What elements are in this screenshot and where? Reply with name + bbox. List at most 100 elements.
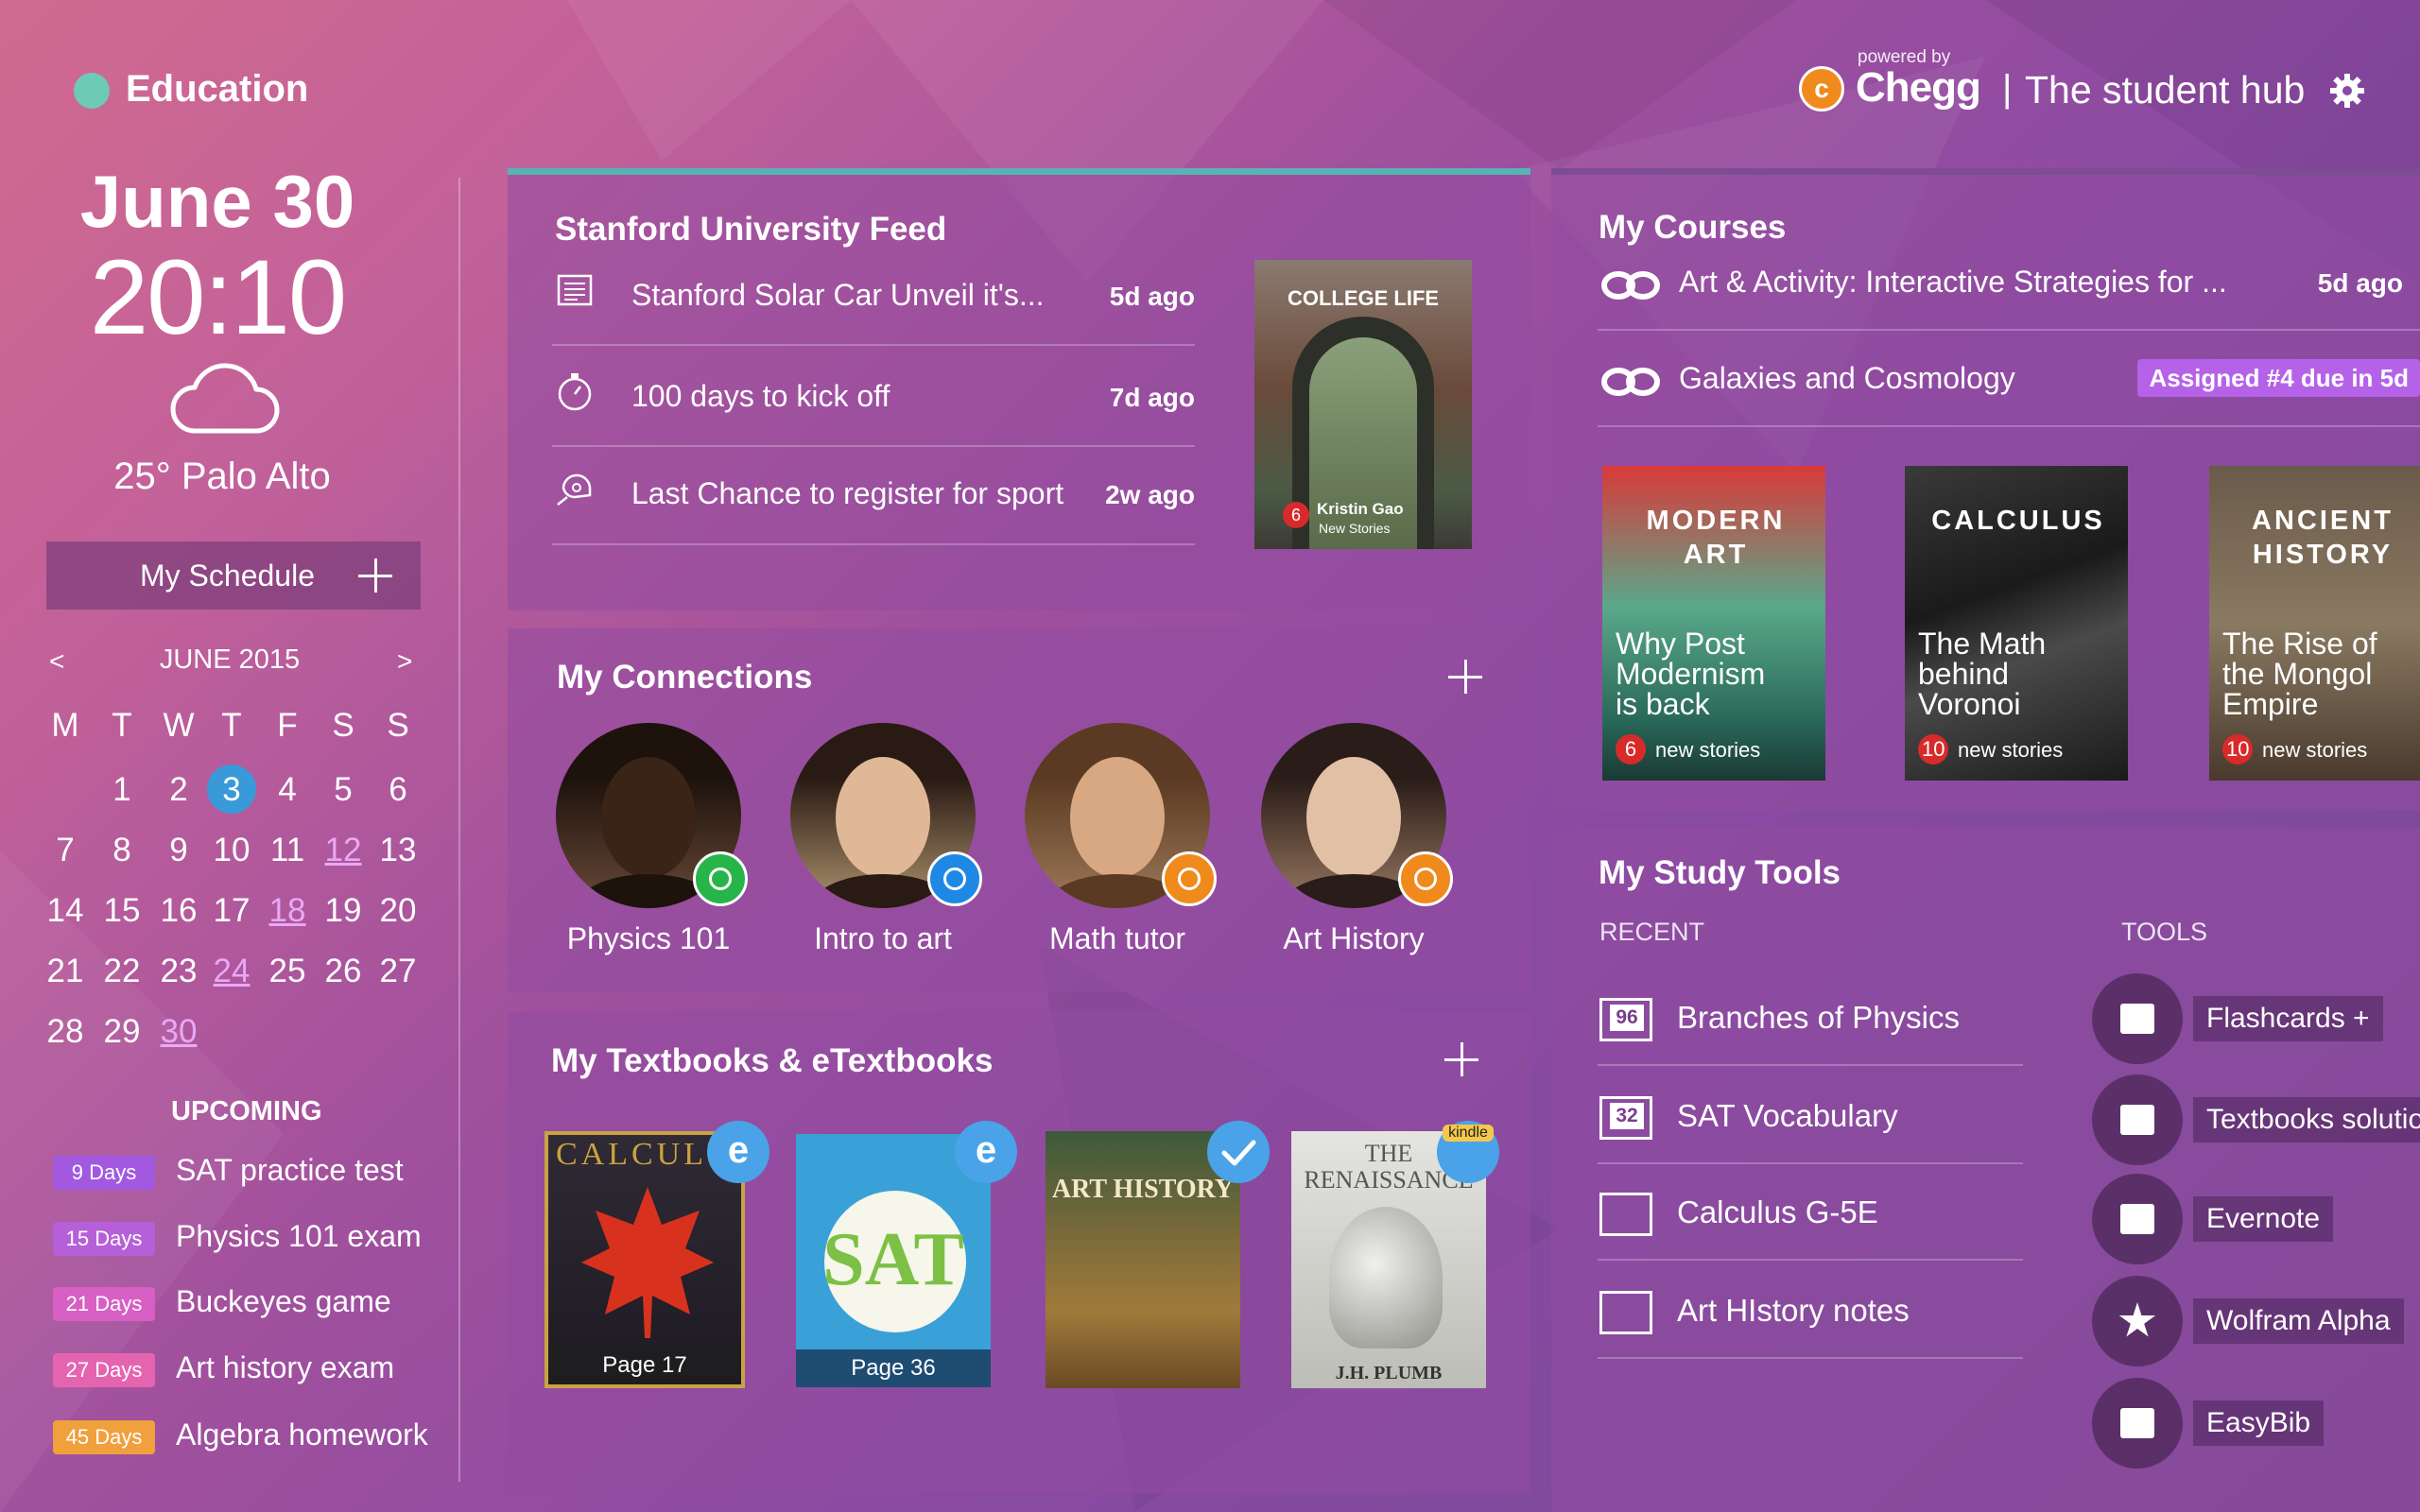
study-tool-label[interactable]: Evernote (2193, 1196, 2334, 1242)
feed-item-label: Stanford Solar Car Unveil it's... (631, 278, 1045, 312)
calendar-day[interactable]: 6 (374, 771, 422, 809)
study-recent-label: Branches of Physics (1677, 1000, 1960, 1035)
course-card-count: 10 (2222, 734, 2254, 765)
calendar-day[interactable]: 27 (374, 953, 422, 990)
calendar-month: JUNE 2015 (159, 644, 301, 675)
connection-label[interactable]: Intro to art (752, 921, 1013, 956)
study-recent-label: SAT Vocabulary (1677, 1098, 1898, 1133)
calendar-day[interactable]: 20 (374, 892, 422, 930)
upcoming-item[interactable]: Art history exam (176, 1350, 394, 1385)
connection-face (1070, 757, 1165, 878)
evernote-icon (1599, 1291, 1652, 1334)
course-card[interactable]: MODERN ART Why Post Modernism is back 6 new… (1602, 466, 1825, 781)
my-schedule-button[interactable]: My Schedule (46, 541, 421, 610)
calendar-day[interactable]: 18 (264, 892, 311, 930)
calendar-day[interactable]: 19 (320, 892, 367, 930)
study-tool-label[interactable]: Textbooks solutions (2193, 1097, 2420, 1143)
feed-item[interactable]: Last Chance to register for sport 2w ago (552, 459, 1195, 544)
calendar-day[interactable]: 5 (320, 771, 367, 809)
course-label: Art & Activity: Interactive Strategies f… (1679, 265, 2227, 299)
calendar-day[interactable]: 1 (98, 771, 146, 809)
study-tool-label[interactable]: Flashcards + (2193, 996, 2383, 1041)
course-item[interactable]: Art & Activity: Interactive Strategies f… (1598, 263, 2403, 329)
brand-separator: | (2002, 68, 2013, 110)
course-assignment-badge[interactable]: Assigned #4 due in 5d (2137, 359, 2420, 397)
feed-divider (552, 445, 1195, 447)
course-divider (1598, 329, 2420, 331)
calendar-weekday: W (163, 707, 195, 744)
textbook-solutions-icon[interactable] (2092, 1074, 2183, 1165)
gear-icon[interactable] (2328, 72, 2366, 110)
upcoming-item[interactable]: Physics 101 exam (176, 1219, 422, 1254)
study-recent-item[interactable]: 32 SAT Vocabulary (1598, 1091, 2023, 1164)
course-link-icon (1601, 368, 1660, 396)
calendar-day[interactable]: 11 (264, 832, 311, 869)
tools-label: TOOLS (2121, 918, 2208, 946)
add-textbook-icon[interactable] (1444, 1042, 1478, 1076)
study-recent-item[interactable]: Calculus G-5E (1598, 1187, 2023, 1261)
calendar-day[interactable]: 9 (155, 832, 202, 869)
connection-face (601, 757, 696, 878)
calendar-day[interactable]: 16 (155, 892, 202, 930)
calendar-day[interactable]: 24 (208, 953, 255, 990)
section-title[interactable]: Education (126, 68, 308, 111)
connection-label[interactable]: Art History (1223, 921, 1484, 956)
calendar-day[interactable]: 21 (42, 953, 89, 990)
calendar-day[interactable]: 30 (155, 1013, 202, 1051)
flashcards-icon[interactable] (2092, 973, 2183, 1064)
study-recent-badge: 96 (1610, 1005, 1644, 1031)
calendar-day[interactable]: 12 (320, 832, 367, 869)
feed-divider (552, 344, 1195, 346)
evernote-icon[interactable] (2092, 1174, 2183, 1264)
connection-label[interactable]: Physics 101 (518, 921, 779, 956)
wolfram-icon[interactable] (2092, 1276, 2183, 1366)
study-tool-label[interactable]: EasyBib (2193, 1400, 2325, 1446)
easybib-icon[interactable] (2092, 1378, 2183, 1469)
textbook-calculus-page: Page 17 (548, 1347, 741, 1384)
feed-item-time: 5d ago (1109, 282, 1195, 311)
calendar-day[interactable]: 17 (208, 892, 255, 930)
calendar-day[interactable]: 10 (208, 832, 255, 869)
course-card-count: 10 (1918, 734, 1949, 765)
connection-badge-glyph (1178, 868, 1201, 890)
study-tool-glyph (2118, 1302, 2156, 1337)
course-item[interactable]: Galaxies and Cosmology Assigned #4 due in… (1598, 359, 2420, 425)
connections-title: My Connections (557, 659, 813, 696)
study-tool-label[interactable]: Wolfram Alpha (2193, 1298, 2404, 1344)
upcoming-item[interactable]: Buckeyes game (176, 1284, 391, 1319)
calendar-day[interactable]: 23 (155, 953, 202, 990)
calendar-day[interactable]: 22 (98, 953, 146, 990)
sidebar-divider (458, 178, 460, 1482)
calendar-day[interactable]: 13 (374, 832, 422, 869)
calendar-day[interactable]: 15 (98, 892, 146, 930)
add-connection-icon[interactable] (1448, 660, 1482, 694)
course-card[interactable]: ANCIENT HISTORY The Rise of the Mongol Em… (2209, 466, 2420, 781)
feed-item[interactable]: Stanford Solar Car Unveil it's... 5d ago (552, 261, 1195, 346)
course-card[interactable]: CALCULUS The Math behind Voronoi 10 new sto… (1905, 466, 2128, 781)
calendar-day[interactable]: 14 (42, 892, 89, 930)
textbooks-title: My Textbooks & eTextbooks (551, 1042, 994, 1079)
upcoming-item[interactable]: SAT practice test (176, 1153, 404, 1188)
feed-thumbnail[interactable]: COLLEGE LIFE 6 Kristin Gao New Stories (1254, 260, 1472, 549)
calendar-day[interactable]: 26 (320, 953, 367, 990)
connection-badge-glyph (709, 868, 732, 890)
calendar-day[interactable]: 28 (42, 1013, 89, 1051)
calendar-day[interactable]: 25 (264, 953, 311, 990)
add-schedule-icon[interactable] (358, 558, 392, 593)
calendar-day-today[interactable]: 3 (208, 771, 255, 809)
calendar-day[interactable]: 7 (42, 832, 89, 869)
study-divider (1598, 1259, 2023, 1261)
calendar-next-button[interactable]: > (397, 646, 412, 677)
upcoming-item[interactable]: Algebra homework (176, 1418, 428, 1452)
study-tool-glyph (2120, 1204, 2154, 1234)
calendar-day[interactable]: 8 (98, 832, 146, 869)
study-recent-item[interactable]: 96 Branches of Physics (1598, 992, 2023, 1066)
calendar-day[interactable]: 4 (264, 771, 311, 809)
connection-label[interactable]: Math tutor (987, 921, 1248, 956)
brand-logo[interactable]: c (1799, 66, 1844, 112)
calendar-day[interactable]: 29 (98, 1013, 146, 1051)
calendar-day[interactable]: 2 (155, 771, 202, 809)
study-recent-item[interactable]: Art HIstory notes (1598, 1285, 2023, 1359)
course-card-title: ANCIENT HISTORY (2252, 506, 2394, 570)
feed-item[interactable]: 100 days to kick off 7d ago (552, 362, 1195, 447)
